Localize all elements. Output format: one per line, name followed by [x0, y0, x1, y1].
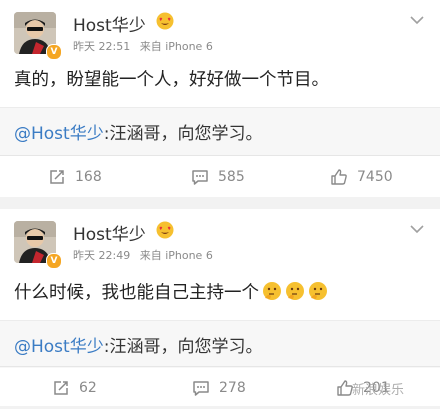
post-meta: 昨天 22:49 来自 iPhone 6: [73, 247, 219, 263]
post-header: V Host华少 昨天 22:51 来自 iPhone 6: [0, 0, 440, 60]
repost-button[interactable]: 62: [52, 367, 97, 409]
post-content: 什么时候，我也能自己主持一个: [14, 279, 328, 304]
repost-box[interactable]: @Host华少:汪涵哥，向您学习。: [0, 320, 440, 368]
repost-body: :汪涵哥，向您学习。: [103, 337, 263, 357]
thinking-emoji-icon: [263, 282, 281, 300]
comment-icon: [193, 381, 209, 396]
username[interactable]: Host华少: [73, 11, 146, 36]
repost-icon: [54, 381, 68, 395]
watermark: 新浪娱乐: [352, 383, 405, 398]
like-count: 7450: [357, 169, 393, 185]
like-button[interactable]: 7450: [330, 156, 393, 198]
weibo-post: V Host华少 昨天 22:49 来自 iPhone 6 什么时候，我也能自己…: [0, 209, 440, 406]
weibo-post: V Host华少 昨天 22:51 来自 iPhone 6 真的，盼望能一个人，…: [0, 0, 440, 197]
post-meta: 昨天 22:51 来自 iPhone 6: [73, 38, 219, 54]
verified-v-icon: V: [46, 44, 62, 60]
post-time: 昨天 22:51: [73, 40, 131, 53]
repost-text: @Host华少:汪涵哥，向您学习。: [14, 332, 262, 357]
thinking-emoji-icon: [309, 282, 327, 300]
repost-button[interactable]: 168: [48, 156, 102, 198]
repost-text: @Host华少:汪涵哥，向您学习。: [14, 119, 262, 144]
heart-eyes-emoji-icon: [156, 221, 174, 239]
action-bar: 168 585 7450: [0, 155, 440, 198]
repost-icon: [50, 170, 64, 184]
username[interactable]: Host华少: [73, 220, 146, 245]
like-thumb-icon: [331, 169, 347, 185]
post-source: 来自 iPhone 6: [139, 249, 213, 262]
heart-eyes-emoji-icon: [156, 12, 174, 30]
chevron-down-icon[interactable]: [410, 224, 424, 234]
repost-mention[interactable]: @Host华少: [14, 124, 104, 144]
post-time: 昨天 22:49: [73, 249, 131, 262]
post-header: V Host华少 昨天 22:49 来自 iPhone 6: [0, 209, 440, 269]
repost-body: :汪涵哥，向您学习。: [103, 124, 263, 144]
comment-count: 585: [218, 169, 245, 185]
comment-button[interactable]: 585: [191, 156, 245, 198]
repost-box[interactable]: @Host华少:汪涵哥，向您学习。: [0, 107, 440, 155]
post-source: 来自 iPhone 6: [139, 40, 213, 53]
post-content: 真的，盼望能一个人，好好做一个节目。: [14, 70, 329, 90]
repost-mention[interactable]: @Host华少: [14, 337, 104, 357]
verified-v-icon: V: [46, 253, 62, 269]
thinking-emoji-icon: [286, 282, 304, 300]
repost-count: 62: [79, 380, 97, 396]
comment-button[interactable]: 278: [192, 367, 246, 409]
chevron-down-icon[interactable]: [410, 15, 424, 25]
comment-count: 278: [219, 380, 246, 396]
post-content-text: 什么时候，我也能自己主持一个: [14, 283, 259, 303]
repost-count: 168: [75, 169, 102, 185]
comment-icon: [192, 170, 208, 185]
